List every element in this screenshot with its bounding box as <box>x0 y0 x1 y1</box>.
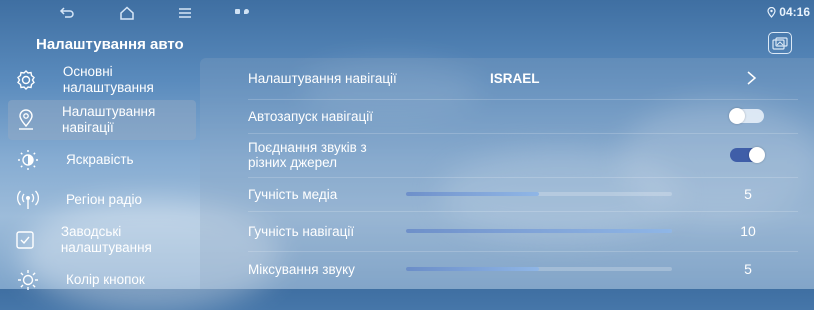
slider-fill <box>406 192 539 196</box>
divider <box>248 251 798 252</box>
notification-icon <box>235 9 240 14</box>
setting-row-mix-sources: Поєднання звуків з різних джерел <box>200 134 800 176</box>
setting-label: Налаштування навігації <box>248 70 397 86</box>
nav-volume-slider[interactable] <box>406 229 672 233</box>
sun-icon <box>8 260 48 300</box>
clock-time: 04:16 <box>779 5 810 19</box>
status-bar: 04:16 <box>0 0 814 26</box>
setting-row-autostart: Автозапуск навігації <box>200 100 800 132</box>
settings-panel: Налаштування навігації ISRAEL Автозапуск… <box>200 58 814 289</box>
media-volume-value: 5 <box>744 186 752 202</box>
sidebar-item-label: Яскравість <box>66 152 134 167</box>
chevron-right-icon <box>747 71 757 85</box>
mix-sources-toggle[interactable] <box>730 147 765 163</box>
sidebar-item-radio-region[interactable]: Регіон радіо <box>8 180 196 220</box>
toggle-knob <box>749 147 765 163</box>
nav-volume-value: 10 <box>740 223 756 239</box>
sound-mixing-value: 5 <box>744 261 752 277</box>
sidebar-item-button-color[interactable]: Колір кнопок <box>8 260 196 300</box>
setting-row-media-volume: Гучність медіа 5 <box>200 178 800 210</box>
autostart-toggle[interactable] <box>729 108 764 124</box>
sidebar-item-factory-settings[interactable]: Заводські налаштування <box>8 220 196 260</box>
media-volume-slider[interactable] <box>406 192 672 196</box>
page-title: Налаштування авто <box>36 36 184 53</box>
sidebar-item-label: Заводські налаштування <box>60 224 152 255</box>
setting-label: Гучність навігації <box>248 223 355 239</box>
sidebar-item-label: Налаштування навігації <box>62 104 156 135</box>
clock: 04:16 <box>767 5 810 19</box>
setting-label: Поєднання звуків з різних джерел <box>248 140 367 170</box>
home-icon[interactable] <box>116 3 138 23</box>
brightness-icon <box>8 140 48 180</box>
setting-label: Автозапуск навігації <box>248 108 374 124</box>
setting-row-sound-mixing: Міксування звуку 5 <box>200 254 800 284</box>
setting-label: Гучність медіа <box>248 186 338 202</box>
slider-fill <box>406 267 539 271</box>
divider <box>248 211 798 212</box>
location-pin-icon <box>767 6 776 18</box>
gallery-button[interactable] <box>768 32 792 54</box>
sidebar-item-label: Регіон радіо <box>66 192 142 207</box>
back-icon[interactable] <box>56 3 78 23</box>
sound-mixing-slider[interactable] <box>406 267 672 271</box>
sidebar-item-general[interactable]: Основні налаштування <box>8 60 196 100</box>
checkbox-icon <box>8 220 43 260</box>
radio-icon <box>8 180 48 220</box>
gallery-icon <box>772 36 788 50</box>
navigation-app-value: ISRAEL <box>490 70 540 86</box>
sidebar-item-brightness[interactable]: Яскравість <box>8 140 196 180</box>
setting-row-navigation[interactable]: Налаштування навігації ISRAEL <box>200 58 800 98</box>
sidebar-item-label: Основні налаштування <box>62 64 154 95</box>
slider-fill <box>406 229 672 233</box>
toggle-knob <box>729 108 745 124</box>
sidebar-item-navigation[interactable]: Налаштування навігації <box>8 100 196 140</box>
setting-label: Міксування звуку <box>248 261 355 277</box>
map-pin-icon <box>8 100 44 140</box>
menu-icon[interactable] <box>174 3 196 23</box>
location-icon <box>244 9 249 14</box>
setting-row-nav-volume: Гучність навігації 10 <box>200 215 800 247</box>
sidebar-item-label: Колір кнопок <box>66 272 145 287</box>
gear-icon <box>8 60 45 100</box>
